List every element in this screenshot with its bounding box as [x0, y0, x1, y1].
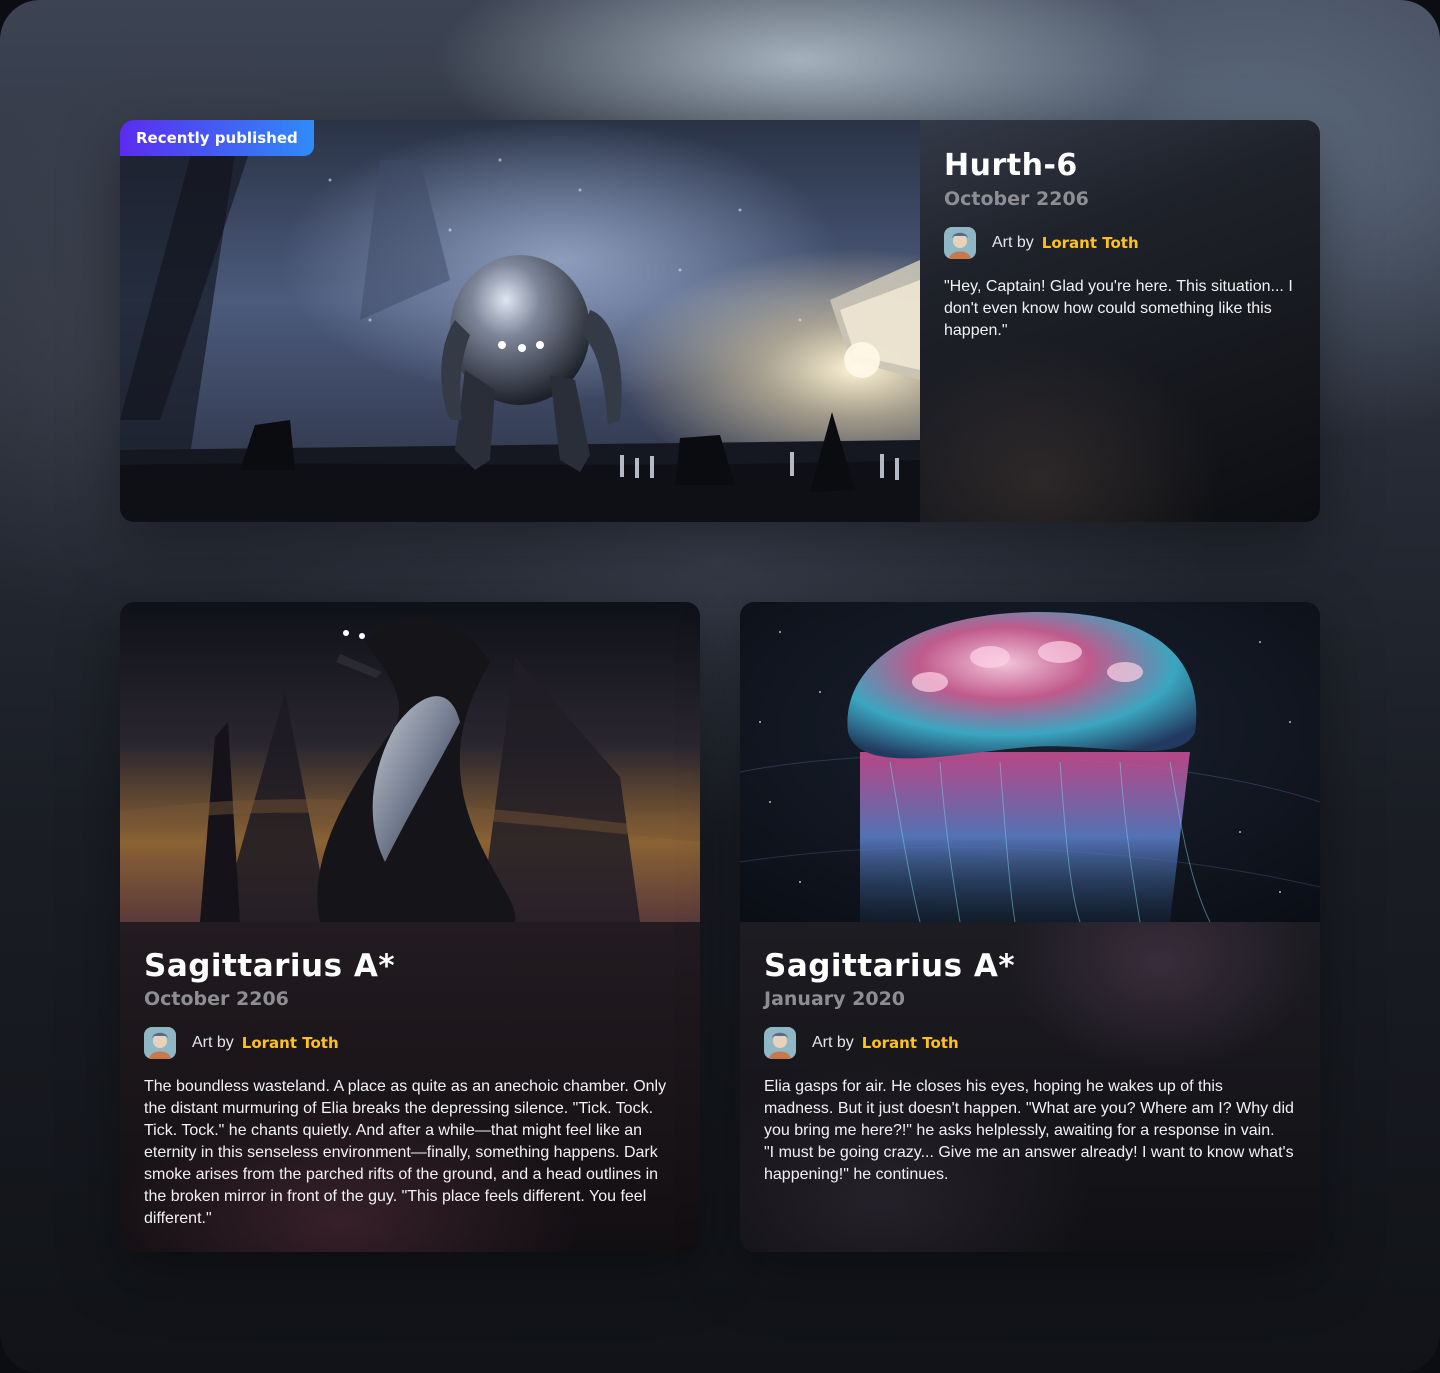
astronaut-avatar [144, 1027, 176, 1059]
featured-story-description: "Hey, Captain! Glad you're here. This si… [944, 278, 1293, 339]
astronaut-avatar [764, 1027, 796, 1059]
story-title[interactable]: Sagittarius A* [764, 948, 1296, 984]
story-date: January 2020 [764, 988, 906, 1010]
story-description: Elia gasps for air. He closes his eyes, … [764, 1076, 1296, 1186]
artist-credit: Art by Lorant Toth [764, 1026, 1296, 1060]
story-date: October 2206 [144, 988, 289, 1010]
artist-avatar[interactable] [144, 1027, 176, 1059]
story-image[interactable] [740, 602, 1320, 922]
story-title[interactable]: Sagittarius A* [144, 948, 676, 984]
art-by-label: Art by [992, 234, 1034, 251]
artist-avatar[interactable] [764, 1027, 796, 1059]
story-description: The boundless wasteland. A place as quit… [144, 1078, 667, 1227]
art-by-label: Art by [192, 1034, 234, 1051]
story-image[interactable] [120, 602, 700, 922]
space-jellyfish-illustration [740, 602, 1320, 922]
story-info: Sagittarius A* January 2020 Art by Loran… [740, 922, 1320, 1252]
artist-link[interactable]: Lorant Toth [1042, 234, 1139, 252]
astronaut-avatar [944, 227, 976, 259]
story-card[interactable]: Sagittarius A* January 2020 Art by Loran… [740, 602, 1320, 1252]
artist-avatar[interactable] [944, 227, 976, 259]
robot-scene-illustration [120, 120, 920, 522]
alien-creature-illustration [120, 602, 700, 922]
featured-story-image[interactable]: Recently published [120, 120, 920, 522]
featured-story-info: Hurth-6 October 2206 Art by Lorant Toth … [920, 120, 1320, 522]
story-card[interactable]: Sagittarius A* October 2206 Art by Loran… [120, 602, 700, 1252]
story-description-paragraph: Elia gasps for air. He closes his eyes, … [764, 1078, 1294, 1139]
artist-credit: Art by Lorant Toth [144, 1026, 676, 1060]
recently-published-badge: Recently published [120, 120, 314, 156]
page: Recently published Hurth-6 October 2206 … [0, 0, 1440, 1373]
artist-link[interactable]: Lorant Toth [242, 1034, 339, 1052]
artist-link[interactable]: Lorant Toth [862, 1034, 959, 1052]
featured-story-date: October 2206 [944, 188, 1089, 210]
featured-story-title[interactable]: Hurth-6 [944, 148, 1296, 184]
story-description-paragraph: "I must be going crazy... Give me an ans… [764, 1144, 1294, 1183]
art-by-label: Art by [812, 1034, 854, 1051]
story-info: Sagittarius A* October 2206 Art by Loran… [120, 922, 700, 1252]
artist-credit: Art by Lorant Toth [944, 226, 1296, 260]
featured-story-card[interactable]: Recently published Hurth-6 October 2206 … [120, 120, 1320, 522]
